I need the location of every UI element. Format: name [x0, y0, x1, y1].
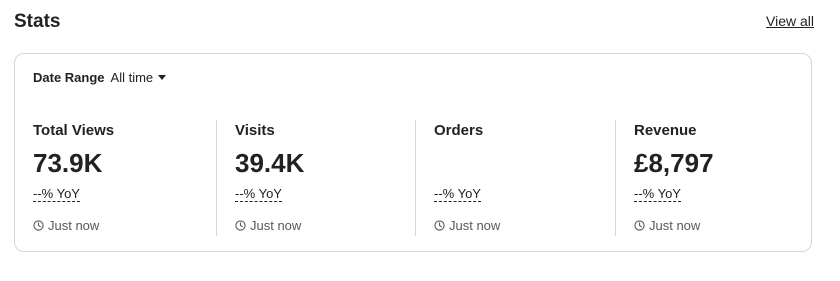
page-title: Stats — [14, 11, 61, 32]
metric-yoy[interactable]: --% YoY — [235, 186, 282, 202]
stats-header: Stats View all — [14, 8, 814, 36]
metric-label: Revenue — [634, 122, 697, 139]
metric-value: 73.9K — [33, 148, 103, 178]
metric-label: Orders — [434, 122, 484, 139]
metric-updated-text: Just now — [48, 218, 100, 233]
metric-label: Visits — [235, 122, 275, 139]
clock-icon — [434, 220, 445, 231]
metric-orders: Orders --% YoY Just now — [415, 120, 615, 236]
metric-total-views: Total Views 73.9K --% YoY Just now — [15, 120, 215, 236]
clock-icon — [235, 220, 246, 231]
metric-revenue: Revenue £8,797 --% YoY Just now — [615, 120, 815, 236]
metric-value: 39.4K — [235, 148, 305, 178]
chevron-down-icon — [158, 75, 167, 80]
date-range: Date Range All time — [33, 70, 167, 85]
date-range-dropdown[interactable]: All time — [111, 70, 167, 85]
metric-yoy[interactable]: --% YoY — [434, 186, 481, 202]
metrics-row: Total Views 73.9K --% YoY Just now Visit… — [15, 120, 813, 236]
metric-yoy[interactable]: --% YoY — [634, 186, 681, 202]
metric-updated: Just now — [33, 218, 99, 233]
metric-updated-text: Just now — [250, 218, 302, 233]
metric-visits: Visits 39.4K --% YoY Just now — [216, 120, 416, 236]
metric-updated: Just now — [634, 218, 700, 233]
stats-card: Date Range All time Total Views 73.9K --… — [14, 53, 812, 252]
metric-updated: Just now — [434, 218, 500, 233]
metric-updated: Just now — [235, 218, 301, 233]
date-range-label: Date Range — [33, 70, 105, 85]
date-range-selected: All time — [110, 70, 154, 85]
clock-icon — [33, 220, 44, 231]
metric-updated-text: Just now — [449, 218, 501, 233]
metric-value: £8,797 — [634, 148, 714, 178]
metric-label: Total Views — [33, 122, 115, 139]
metric-updated-text: Just now — [649, 218, 701, 233]
view-all-link[interactable]: View all — [766, 13, 814, 29]
clock-icon — [634, 220, 645, 231]
metric-yoy[interactable]: --% YoY — [33, 186, 80, 202]
